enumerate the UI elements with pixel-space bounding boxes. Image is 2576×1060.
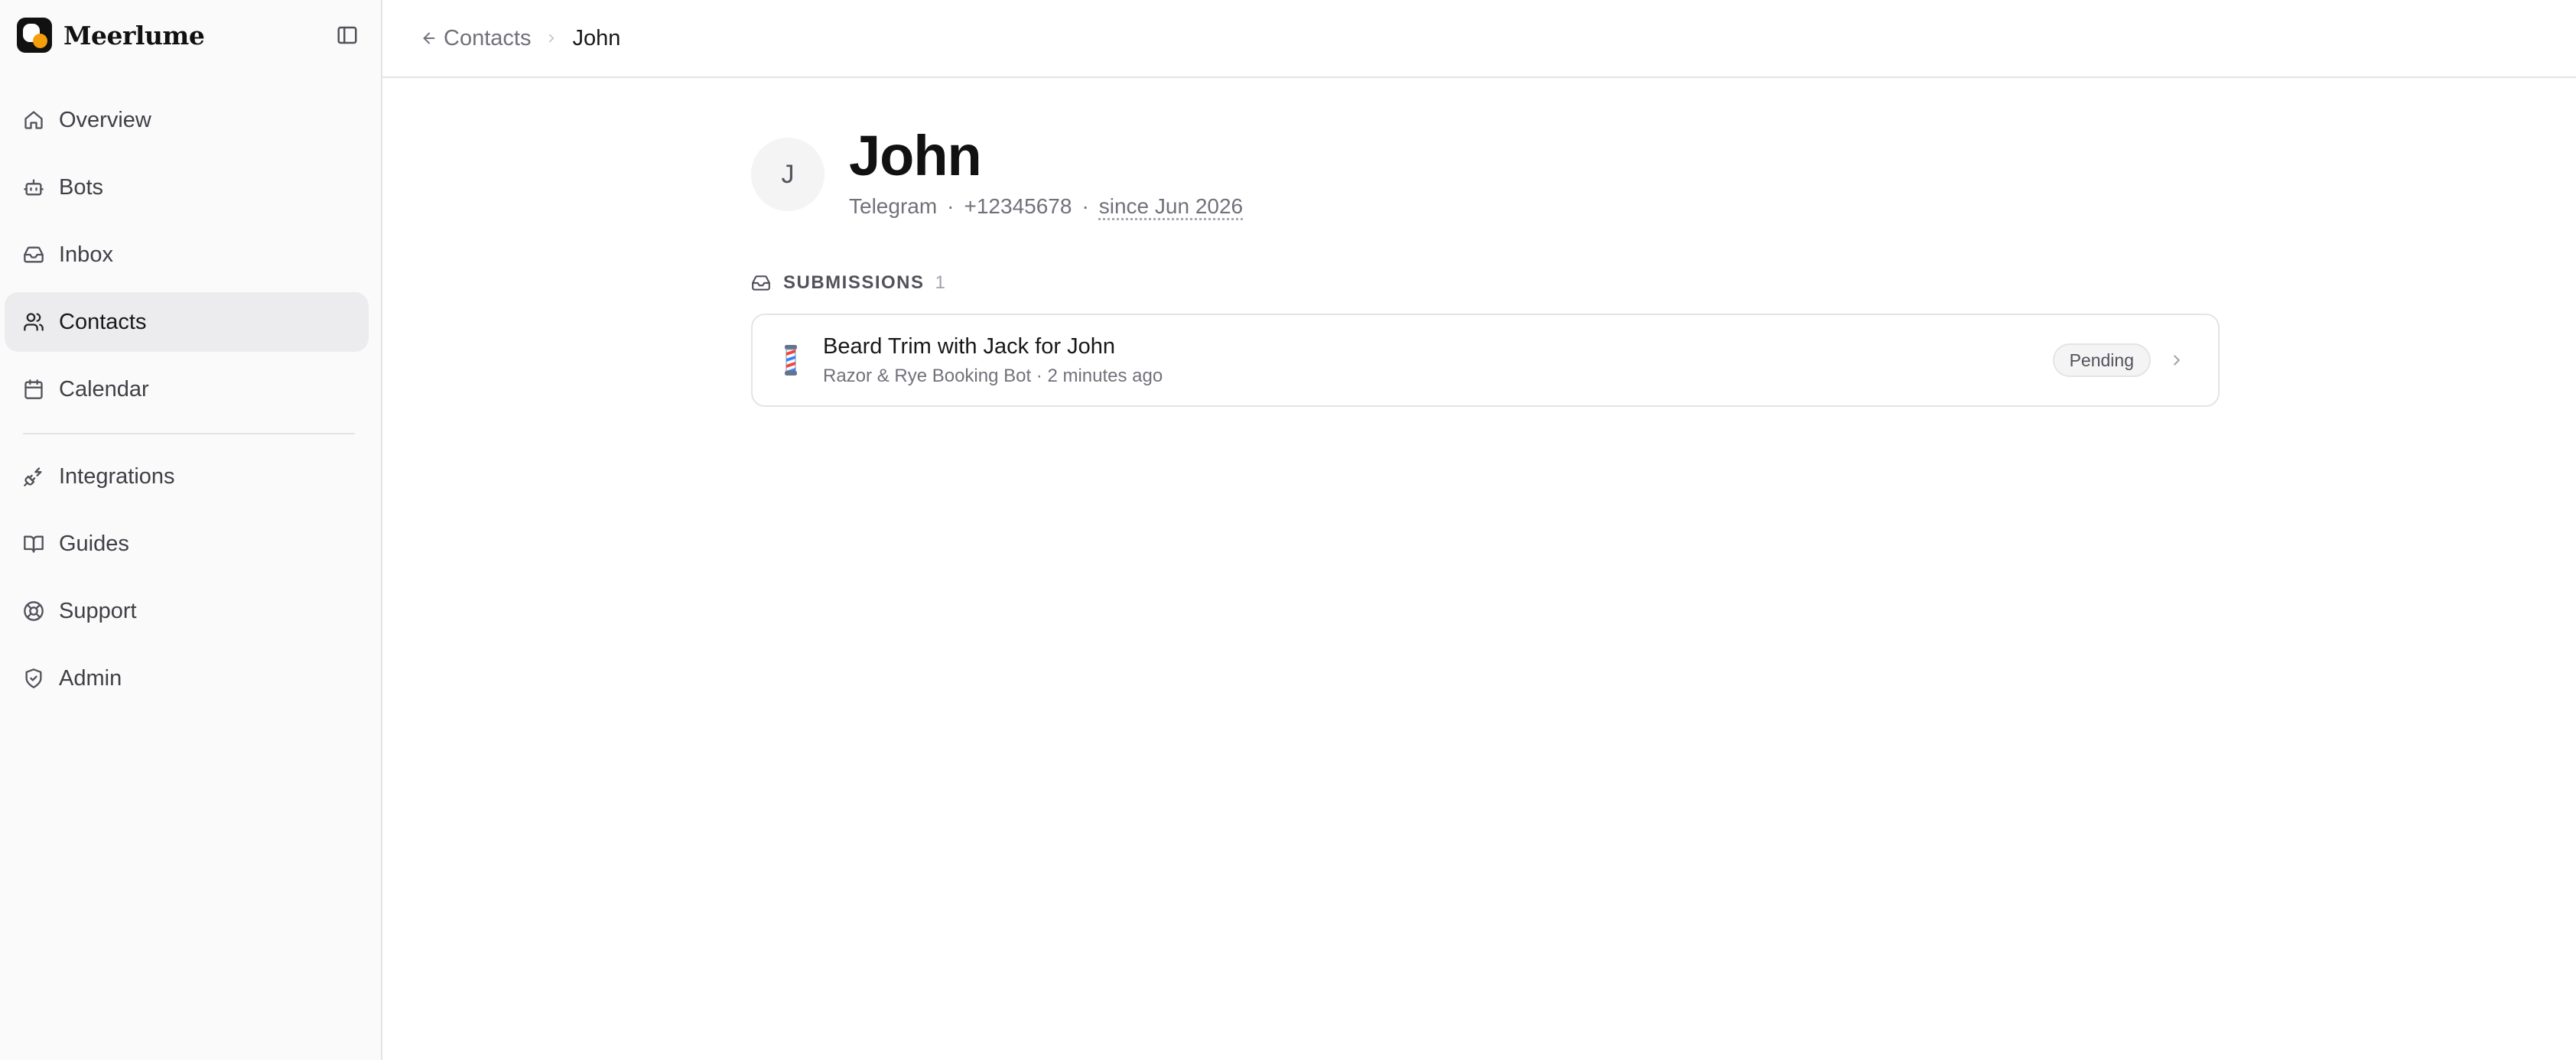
sidebar-toggle-button[interactable] — [335, 23, 359, 47]
page-title: John — [849, 124, 982, 187]
sidebar-item-support[interactable]: Support — [5, 581, 369, 641]
contact-meta: Telegram · +12345678 · since Jun 2026 — [849, 194, 1244, 219]
sidebar-item-inbox[interactable]: Inbox — [5, 225, 369, 285]
breadcrumb-back-link[interactable]: Contacts — [421, 26, 531, 51]
inbox-icon — [21, 242, 46, 267]
bot-icon — [21, 175, 46, 200]
sidebar-item-contacts[interactable]: Contacts — [5, 292, 369, 352]
brand-name: Meerlume — [63, 20, 205, 50]
contact-phone: +12345678 — [964, 194, 1072, 218]
submissions-header: SUBMISSIONS 1 — [751, 269, 945, 297]
sidebar-item-label: Integrations — [59, 463, 175, 489]
submissions-label: SUBMISSIONS — [783, 272, 925, 293]
sidebar-item-integrations[interactable]: Integrations — [5, 447, 369, 506]
sidebar-item-label: Overview — [59, 107, 151, 132]
submission-title: Beard Trim with Jack for John — [823, 333, 1115, 359]
sidebar-item-label: Bots — [59, 174, 104, 200]
sidebar: Meerlume Overview Bots Inbox Contacts Ca… — [0, 0, 382, 1060]
chevron-right-icon — [545, 31, 558, 45]
sidebar-item-calendar[interactable]: Calendar — [5, 359, 369, 419]
avatar: J — [751, 138, 825, 211]
sidebar-item-admin[interactable]: Admin — [5, 649, 369, 708]
sidebar-item-guides[interactable]: Guides — [5, 514, 369, 574]
brand-logo — [17, 18, 52, 53]
topbar: Contacts John — [382, 0, 2576, 78]
life-buoy-icon — [21, 599, 46, 623]
status-badge: Pending — [2052, 343, 2151, 377]
submission-card[interactable]: Beard Trim with Jack for John Razor & Ry… — [751, 314, 2220, 407]
shield-check-icon — [21, 666, 46, 691]
breadcrumb-current: John — [572, 25, 621, 50]
main-content: Contacts John J John Telegram · +1234567… — [382, 0, 2576, 1060]
users-icon — [21, 310, 46, 334]
book-icon — [21, 532, 46, 556]
barber-pole-icon — [779, 345, 803, 376]
brand[interactable]: Meerlume — [17, 17, 205, 54]
sidebar-item-bots[interactable]: Bots — [5, 158, 369, 217]
contact-header: J John Telegram · +12345678 · since Jun … — [751, 125, 1243, 219]
sidebar-item-label: Inbox — [59, 242, 113, 267]
sidebar-item-label: Contacts — [59, 309, 147, 334]
home-icon — [21, 108, 46, 132]
plug-icon — [21, 464, 46, 489]
contact-since[interactable]: since Jun 2026 — [1099, 194, 1243, 219]
submission-subtitle: Razor & Rye Booking Bot · 2 minutes ago — [823, 365, 1163, 386]
submissions-count: 1 — [935, 272, 945, 293]
contact-channel: Telegram — [849, 194, 938, 218]
sidebar-item-label: Admin — [59, 665, 122, 691]
sidebar-item-label: Guides — [59, 531, 129, 556]
panel-left-icon — [337, 26, 357, 44]
arrow-left-icon — [423, 32, 435, 44]
chevron-right-icon — [2166, 350, 2187, 371]
app: Meerlume Overview Bots Inbox Contacts Ca… — [0, 0, 2576, 1060]
sidebar-item-overview[interactable]: Overview — [5, 90, 369, 150]
inbox-icon — [752, 275, 770, 291]
sidebar-item-label: Support — [59, 598, 137, 623]
sidebar-divider — [23, 433, 355, 434]
calendar-icon — [21, 377, 46, 402]
sidebar-item-label: Calendar — [59, 376, 149, 402]
breadcrumb-parent: Contacts — [444, 25, 532, 50]
